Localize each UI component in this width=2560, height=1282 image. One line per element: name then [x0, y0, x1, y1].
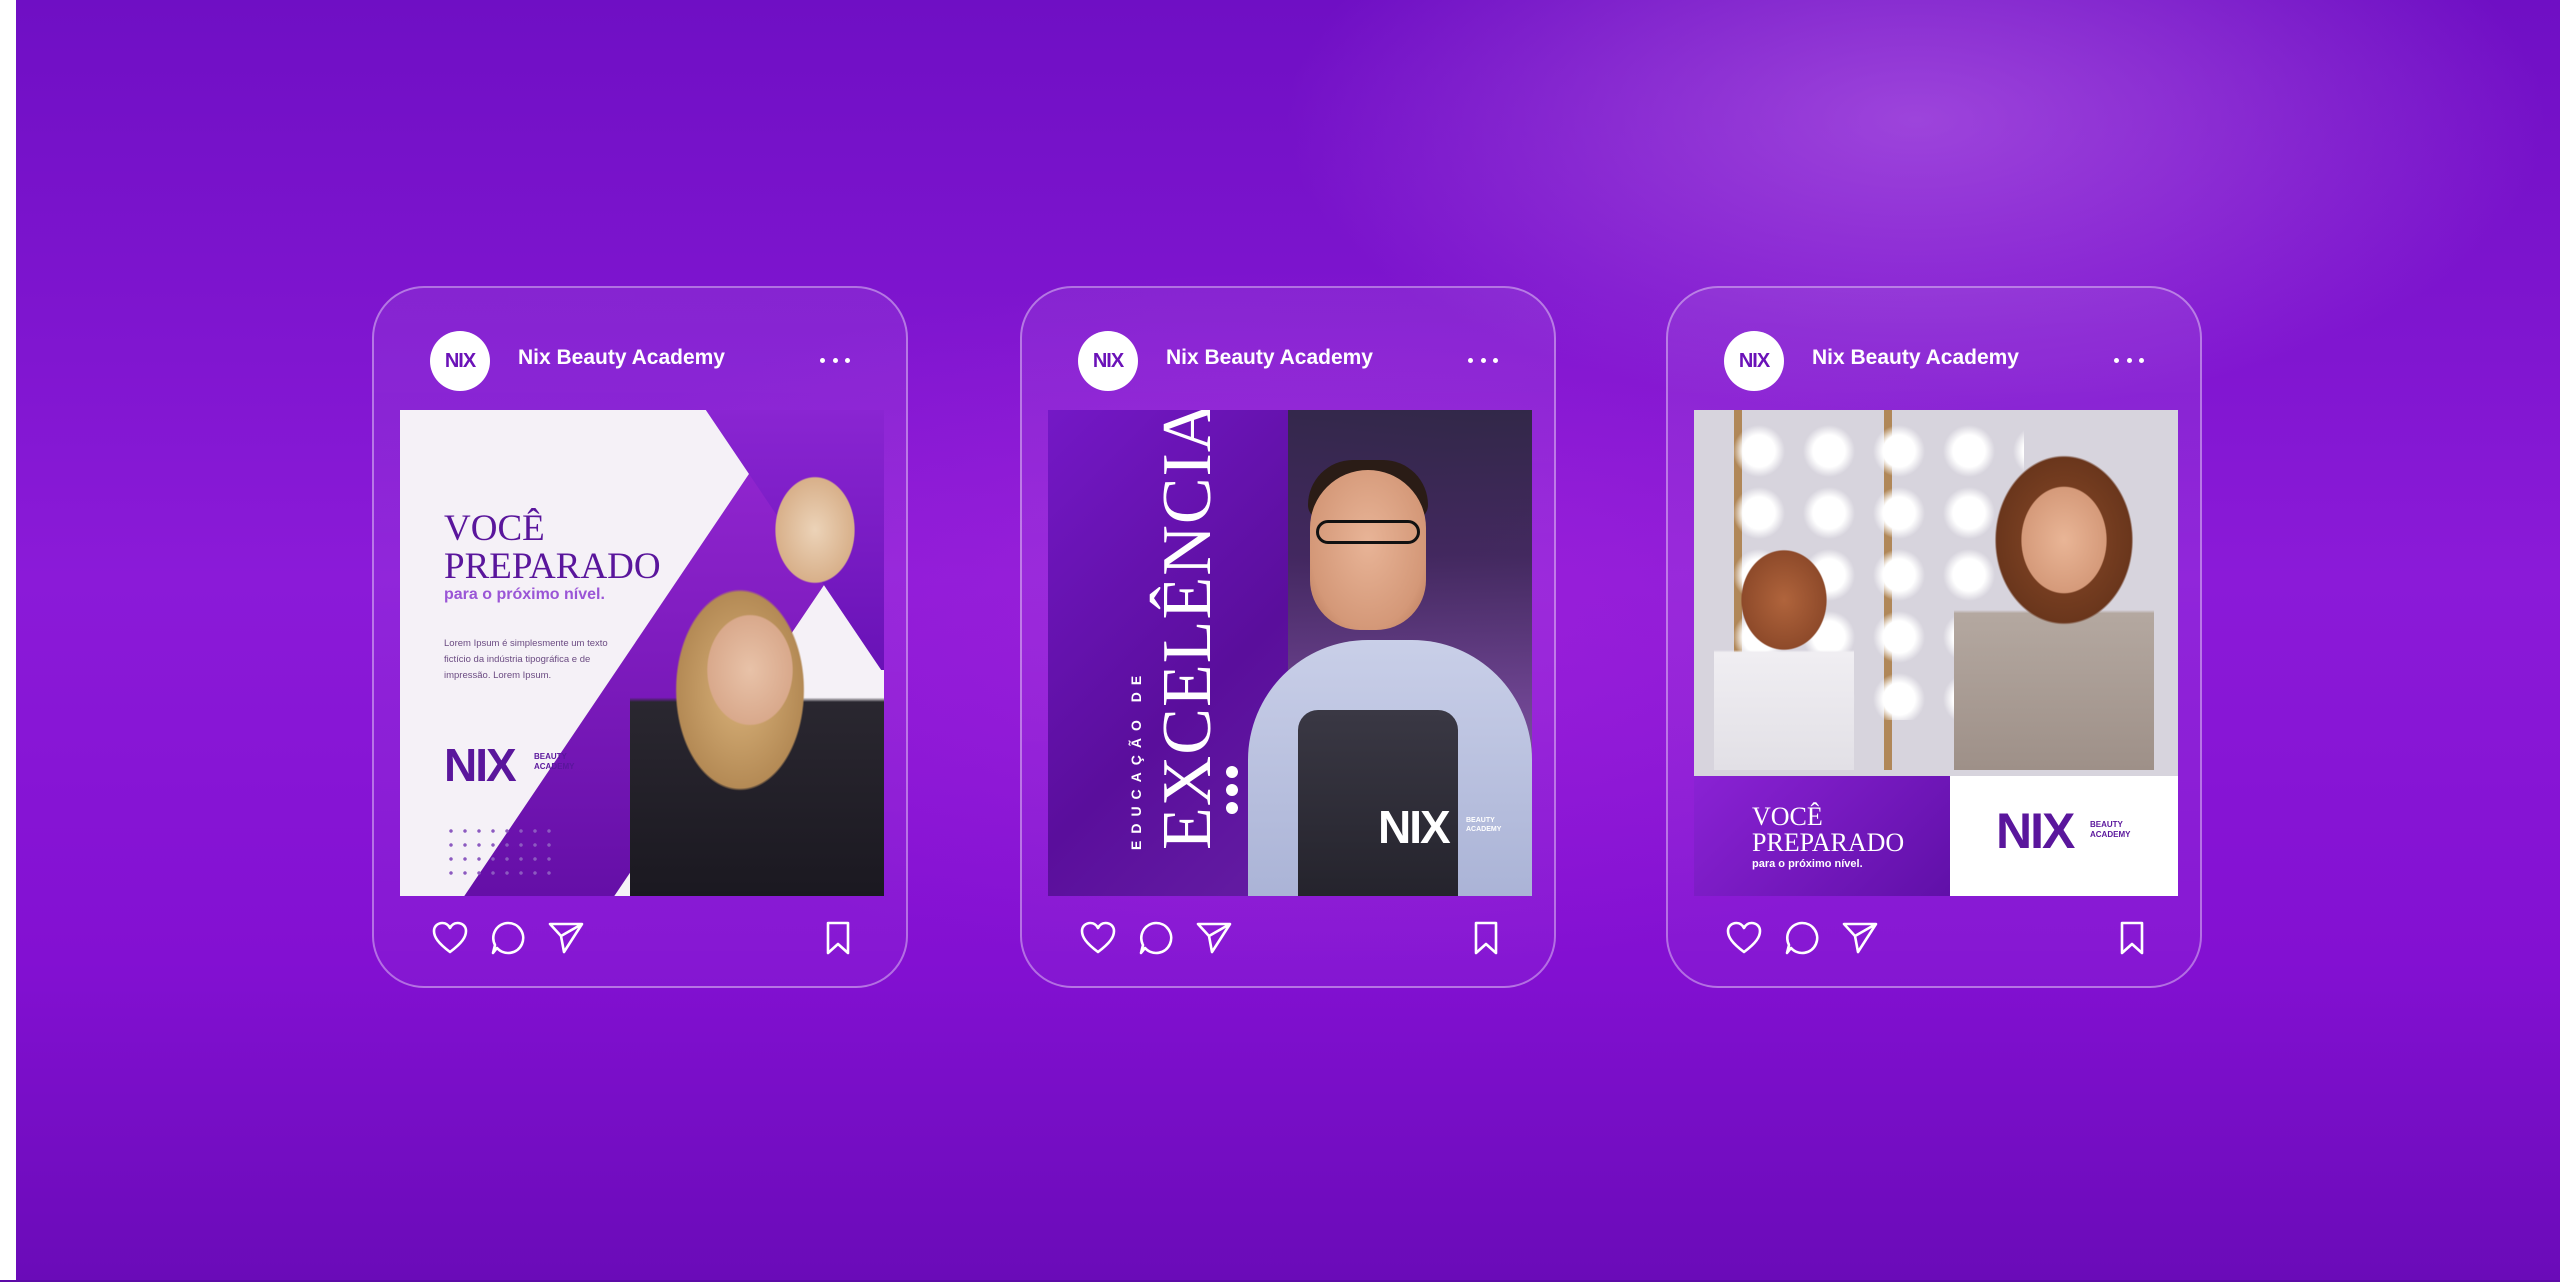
- more-icon[interactable]: [820, 348, 850, 372]
- brand-logo: NIX: [1378, 801, 1451, 853]
- post-header: NIX Nix Beauty Academy: [1668, 288, 2200, 408]
- title-line: PREPARADO: [444, 546, 661, 587]
- post-card-3: NIX Nix Beauty Academy VOCÊ PREPARADO pa…: [1666, 286, 2202, 988]
- bookmark-icon[interactable]: [2112, 918, 2152, 958]
- salon-photo: [630, 450, 884, 896]
- post-actions: [374, 918, 906, 978]
- title-line: VOCÊ: [444, 508, 545, 549]
- brand-logo-sub: BEAUTY ACADEMY: [2090, 820, 2130, 840]
- comment-icon[interactable]: [488, 918, 528, 958]
- logo-sub-line: ACADEMY: [534, 762, 575, 771]
- post-card-1: NIX Nix Beauty Academy VOCÊ PREPARADO pa…: [372, 286, 908, 988]
- brand-logo-sub: BEAUTY ACADEMY: [1466, 816, 1501, 834]
- avatar[interactable]: NIX: [1078, 331, 1138, 391]
- social-icons: [1226, 766, 1242, 820]
- logo-sub-line: BEAUTY: [2090, 820, 2123, 829]
- glasses: [1316, 520, 1420, 544]
- post-actions: [1668, 918, 2200, 978]
- more-icon[interactable]: [2114, 348, 2144, 372]
- post-header: NIX Nix Beauty Academy: [1022, 288, 1554, 408]
- logo-sub-line: BEAUTY: [1466, 817, 1495, 824]
- left-edge: [0, 0, 16, 1282]
- logo-sub-line: ACADEMY: [1466, 826, 1502, 833]
- bookmark-icon[interactable]: [818, 918, 858, 958]
- brand-logo: NIX: [1996, 803, 2075, 859]
- comment-icon[interactable]: [1136, 918, 1176, 958]
- brand-logo-sub: BEAUTY ACADEMY: [534, 752, 574, 772]
- man-face: [1310, 470, 1426, 630]
- account-name[interactable]: Nix Beauty Academy: [1812, 346, 2019, 370]
- title-line: VOCÊ: [1752, 802, 1823, 831]
- heart-icon[interactable]: [430, 918, 470, 958]
- post-card-2: NIX Nix Beauty Academy EDUCAÇÃO DE EXCEL…: [1020, 286, 1556, 988]
- account-name[interactable]: Nix Beauty Academy: [1166, 346, 1373, 370]
- heart-icon[interactable]: [1078, 918, 1118, 958]
- vertical-title: EXCELÊNCIA: [1149, 410, 1226, 850]
- dot-pattern: [444, 824, 554, 884]
- comment-icon[interactable]: [1782, 918, 1822, 958]
- post-subtitle: para o próximo nível.: [1752, 858, 1863, 870]
- avatar[interactable]: NIX: [1724, 331, 1784, 391]
- post-title: VOCÊ PREPARADO: [1752, 804, 1904, 856]
- send-icon[interactable]: [1840, 918, 1880, 958]
- brand-logo: NIX: [444, 739, 517, 791]
- post-image[interactable]: EDUCAÇÃO DE EXCELÊNCIA NIX BEAUTY ACADEM…: [1048, 410, 1532, 896]
- logo-sub-line: BEAUTY: [534, 752, 567, 761]
- more-icon[interactable]: [1468, 348, 1498, 372]
- avatar[interactable]: NIX: [430, 331, 490, 391]
- send-icon[interactable]: [1194, 918, 1234, 958]
- client-photo: [1714, 530, 1854, 770]
- bookmark-icon[interactable]: [1466, 918, 1506, 958]
- send-icon[interactable]: [546, 918, 586, 958]
- account-name[interactable]: Nix Beauty Academy: [518, 346, 725, 370]
- logo-sub-line: ACADEMY: [2090, 830, 2131, 839]
- stylist-photo: [1954, 450, 2154, 770]
- post-image[interactable]: VOCÊ PREPARADO para o próximo nível. NIX…: [1694, 410, 2178, 896]
- post-body-text: Lorem Ipsum é simplesmente um texto fict…: [444, 638, 608, 681]
- post-title: VOCÊ PREPARADO: [444, 510, 661, 586]
- post-subtitle: para o próximo nível.: [444, 586, 605, 603]
- post-header: NIX Nix Beauty Academy: [374, 288, 906, 408]
- vertical-subtitle: EDUCAÇÃO DE: [1128, 668, 1144, 850]
- post-image[interactable]: VOCÊ PREPARADO para o próximo nível. Lor…: [400, 410, 884, 896]
- heart-icon[interactable]: [1724, 918, 1764, 958]
- post-actions: [1022, 918, 1554, 978]
- title-line: PREPARADO: [1752, 828, 1905, 857]
